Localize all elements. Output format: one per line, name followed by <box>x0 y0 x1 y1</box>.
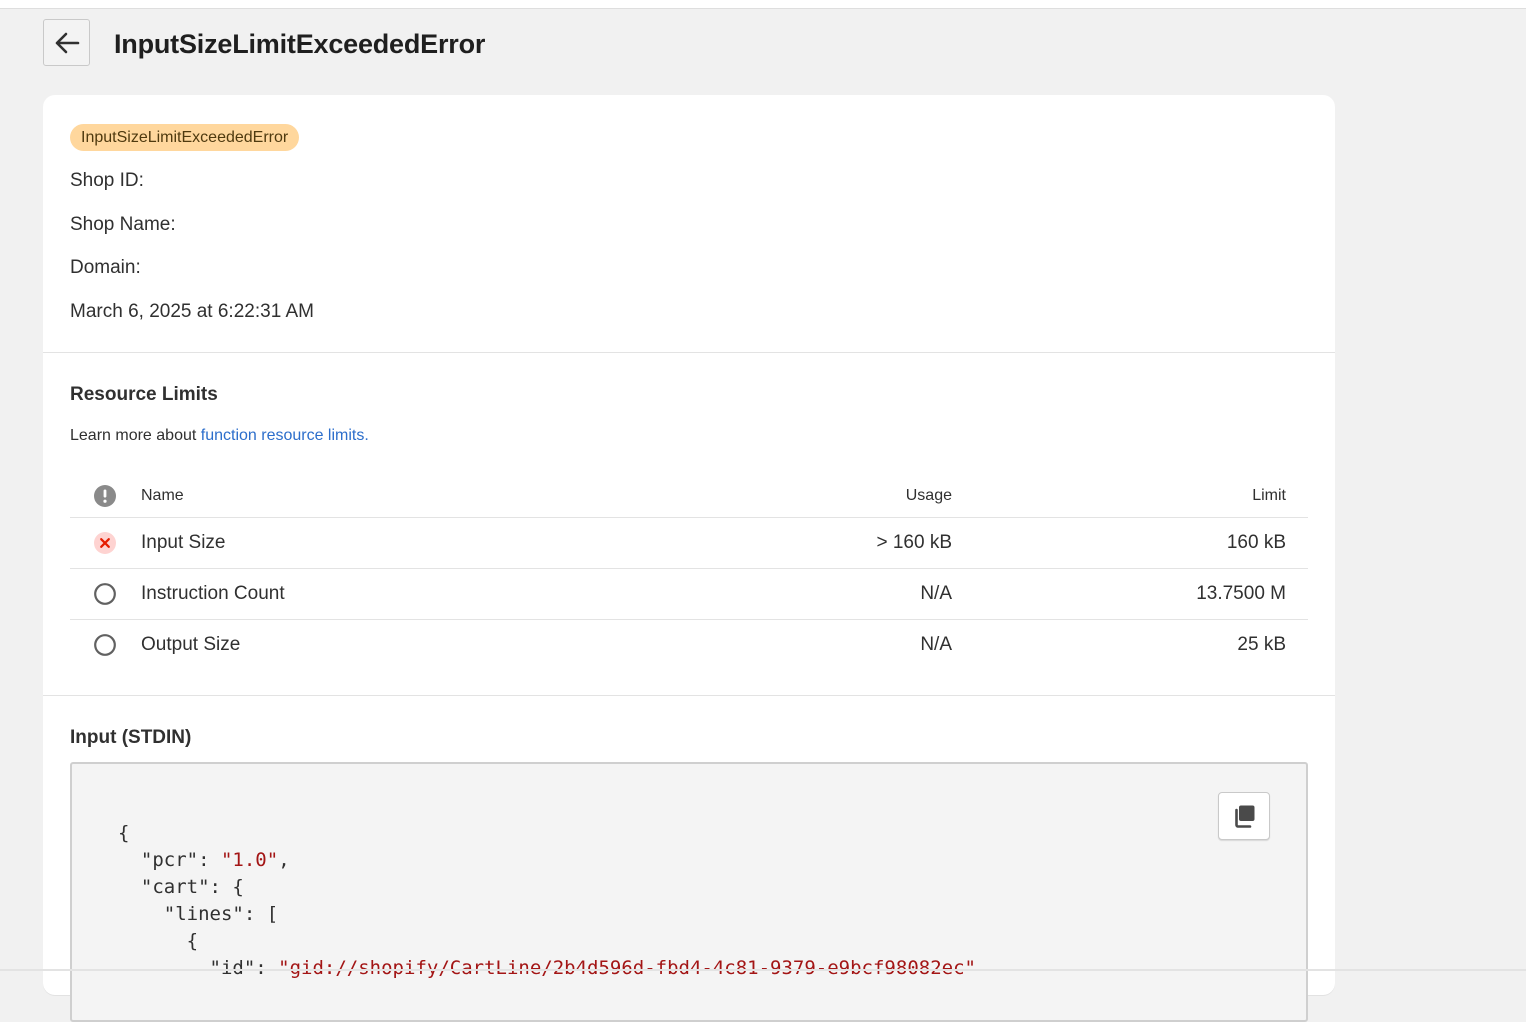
arrow-left-icon <box>55 32 79 53</box>
copy-icon <box>1235 805 1255 828</box>
row-usage: N/A <box>920 634 952 655</box>
code-string: "gid://shopify/CartLine/2b4d596d-fbd4-4c… <box>278 957 976 979</box>
error-info-section: InputSizeLimitExceededError Shop ID: Sho… <box>43 95 1335 353</box>
code-line: { <box>118 822 130 844</box>
shop-id-label: Shop ID: <box>70 170 144 191</box>
table-header-row: Name Usage Limit <box>70 475 1308 518</box>
code-punct: : [ <box>243 903 279 925</box>
code-key: "cart" <box>140 876 210 898</box>
resource-limits-table: Name Usage Limit Input Size > 160 kB 160… <box>70 475 1308 670</box>
row-name: Instruction Count <box>141 583 285 604</box>
function-resource-limits-link[interactable]: function resource limits. <box>201 427 369 444</box>
column-header-usage: Usage <box>905 487 952 504</box>
back-button[interactable] <box>43 19 90 66</box>
copy-button[interactable] <box>1218 792 1270 840</box>
row-usage: N/A <box>920 583 952 604</box>
error-type-badge: InputSizeLimitExceededError <box>70 124 300 151</box>
timestamp: March 6, 2025 at 6:22:31 AM <box>70 301 314 322</box>
input-stdin-heading: Input (STDIN) <box>70 727 192 748</box>
learn-more-text: Learn more about function resource limit… <box>70 425 369 447</box>
empty-circle-icon <box>94 634 116 656</box>
error-x-icon <box>94 532 116 554</box>
code-key: "lines" <box>163 903 244 925</box>
row-name: Output Size <box>141 634 241 655</box>
column-header-limit: Limit <box>1252 487 1286 504</box>
empty-circle-icon <box>94 583 116 605</box>
table-row: Input Size > 160 kB 160 kB <box>70 518 1308 569</box>
domain-label: Domain: <box>70 257 141 278</box>
top-bar <box>0 0 1526 9</box>
code-line: { <box>186 930 199 952</box>
code-key: "pcr" <box>140 849 199 871</box>
code-string: "1.0" <box>220 849 279 871</box>
error-detail-card: InputSizeLimitExceededError Shop ID: Sho… <box>43 95 1335 1022</box>
table-row: Instruction Count N/A 13.7500 M <box>70 569 1308 620</box>
row-usage: > 160 kB <box>876 532 952 553</box>
stdin-code-block: { "pcr": "1.0", "cart": { "lines": [ { "… <box>70 762 1308 1022</box>
alert-circle-icon <box>94 485 116 507</box>
row-limit: 25 kB <box>1237 634 1286 655</box>
table-row: Output Size N/A 25 kB <box>70 620 1308 670</box>
page-title: InputSizeLimitExceededError <box>114 29 486 59</box>
resource-limits-heading: Resource Limits <box>70 384 218 405</box>
learn-more-prefix: Learn more about <box>70 427 201 444</box>
shop-name-label: Shop Name: <box>70 214 176 235</box>
stdin-json: { "pcr": "1.0", "cart": { "lines": [ { "… <box>118 822 976 979</box>
code-key: "id" <box>209 957 256 979</box>
column-header-name: Name <box>141 487 184 504</box>
row-limit: 13.7500 M <box>1196 583 1286 604</box>
row-limit: 160 kB <box>1226 532 1286 553</box>
input-stdin-section: Input (STDIN) { "pcr": "1.0", "cart": { … <box>43 696 1335 1022</box>
code-punct: : { <box>209 876 244 898</box>
row-name: Input Size <box>141 532 226 553</box>
resource-limits-section: Resource Limits Learn more about functio… <box>43 353 1335 696</box>
